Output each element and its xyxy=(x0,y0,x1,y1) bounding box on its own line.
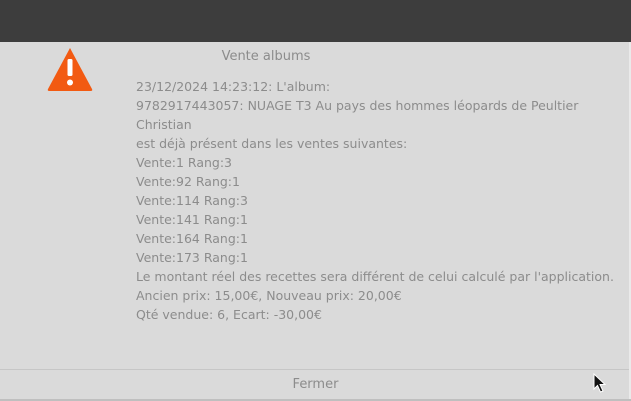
message-line: Vente:164 Rang:1 xyxy=(136,231,248,246)
message-line: Ancien prix: 15,00€, Nouveau prix: 20,00… xyxy=(136,288,402,303)
dialog-footer: Fermer xyxy=(0,369,631,401)
message-line: 9782917443057: NUAGE T3 Au pays des homm… xyxy=(136,98,579,113)
message-line: Vente:173 Rang:1 xyxy=(136,250,248,265)
message-line: Vente:92 Rang:1 xyxy=(136,174,240,189)
message-line: Vente:114 Rang:3 xyxy=(136,193,248,208)
message-line: 23/12/2024 14:23:12: L'album: xyxy=(136,79,331,94)
window-titlebar[interactable] xyxy=(0,0,631,42)
message-line: est déjà présent dans les ventes suivant… xyxy=(136,136,408,151)
mouse-pointer-icon xyxy=(593,373,607,393)
close-button[interactable]: Fermer xyxy=(0,370,631,400)
warning-icon xyxy=(47,48,93,91)
message-line: Vente:1 Rang:3 xyxy=(136,155,233,170)
message-dialog: Vente albums 23/12/2024 14:23:12: L'albu… xyxy=(0,42,631,401)
message-line: Qté vendue: 6, Ecart: -30,00€ xyxy=(136,307,322,322)
screen: Vente albums 23/12/2024 14:23:12: L'albu… xyxy=(0,0,631,401)
dialog-title: Vente albums xyxy=(221,49,311,64)
message-line: Vente:141 Rang:1 xyxy=(136,212,248,227)
message-body: 23/12/2024 14:23:12: L'album: 9782917443… xyxy=(136,77,616,324)
message-line: Le montant réel des recettes sera différ… xyxy=(136,269,614,284)
message-line: Christian xyxy=(136,117,192,132)
